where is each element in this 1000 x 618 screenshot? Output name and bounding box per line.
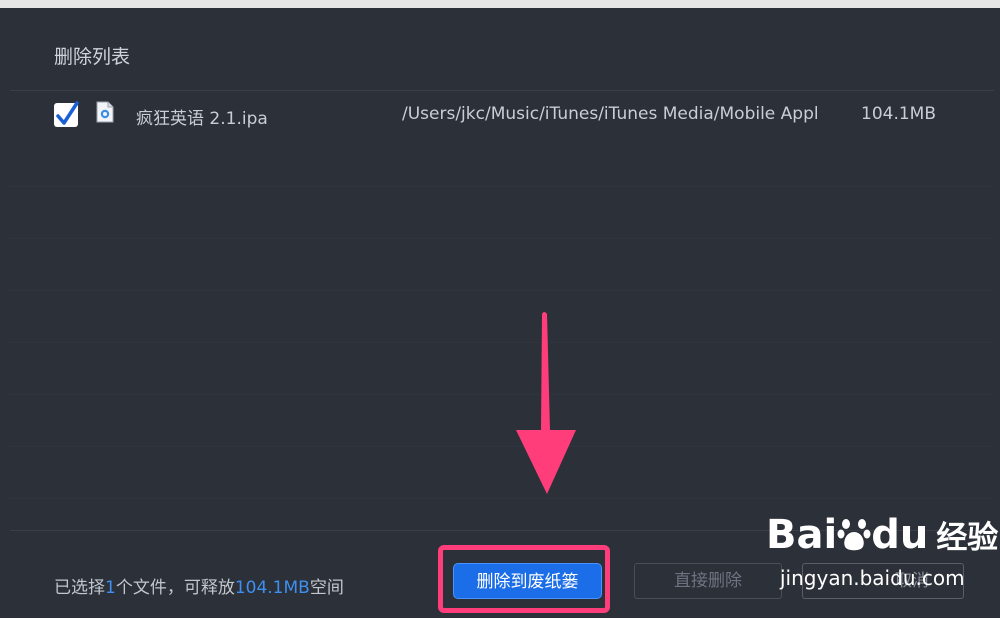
status-suffix: 空间 [309, 578, 344, 598]
file-path: /Users/jkc/Music/iTunes/iTunes Media/Mob… [402, 104, 820, 124]
empty-list-area [10, 140, 994, 530]
ipa-file-icon [96, 101, 114, 123]
paw-icon [837, 519, 871, 551]
annotation-arrow-down-icon [516, 312, 576, 494]
status-mid: 个文件，可释放 [115, 578, 235, 598]
baidu-jingyan-watermark: Bai du 经验 jingyan.baidu.com [766, 512, 998, 594]
dialog-title: 删除列表 [54, 46, 131, 68]
move-to-trash-button[interactable]: 删除到废纸篓 [453, 563, 602, 599]
top-window-strip [0, 0, 1000, 8]
baidu-logo: Bai du 经验 [766, 512, 999, 558]
freeable-size: 104.1MB [234, 578, 310, 598]
file-size: 104.1MB [861, 104, 936, 124]
watermark-url: jingyan.baidu.com [780, 566, 965, 590]
file-list-row[interactable]: 疯狂英语 2.1.ipa /Users/jkc/Music/iTunes/iTu… [10, 91, 994, 139]
file-name: 疯狂英语 2.1.ipa [136, 109, 268, 129]
delete-directly-button[interactable]: 直接删除 [634, 563, 782, 599]
dialog-header: 删除列表 [10, 8, 994, 91]
checkmark-icon [56, 101, 79, 125]
status-prefix: 已选择 [54, 578, 105, 598]
file-checkbox[interactable] [54, 101, 79, 127]
selected-count: 1 [105, 578, 116, 598]
background-window-left-edge [0, 8, 10, 617]
selection-status: 已选择1个文件，可释放104.1MB空间 [54, 573, 344, 598]
